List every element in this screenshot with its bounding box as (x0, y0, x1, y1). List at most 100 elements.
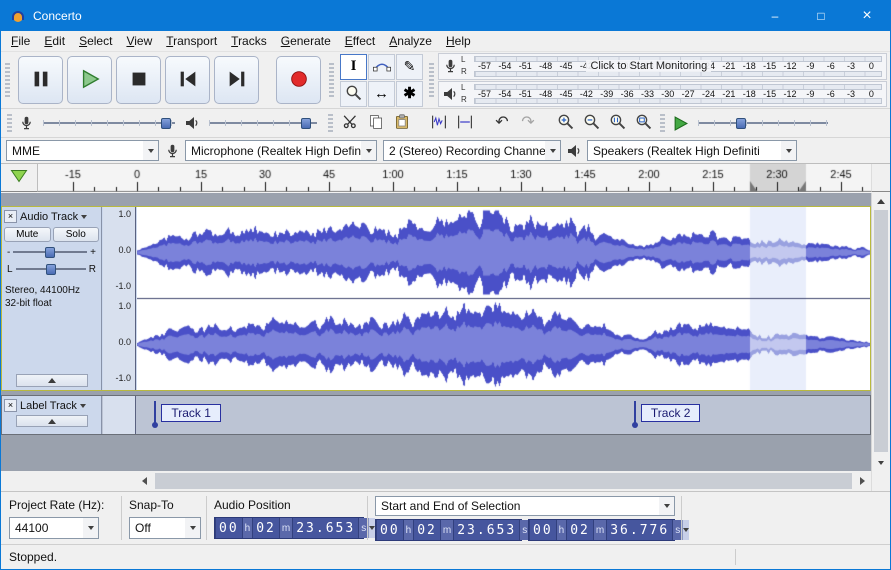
time-digits-s[interactable]: 23.653 (292, 518, 359, 538)
fit-selection-button[interactable] (605, 111, 629, 135)
slider-thumb[interactable] (160, 118, 171, 129)
selection-mode-select[interactable]: Start and End of Selection (375, 496, 675, 516)
snap-to-select[interactable]: Off (129, 517, 201, 539)
time-digits-s[interactable]: 36.776 (606, 520, 673, 540)
timeshift-tool-button[interactable]: ↔ (368, 80, 395, 107)
play-button[interactable] (67, 56, 112, 104)
silence-selection-button[interactable] (453, 111, 477, 135)
audio-track-title[interactable]: Audio Track (20, 211, 78, 223)
tools-toolbar-grip[interactable] (329, 63, 334, 97)
waveform-display[interactable] (137, 207, 870, 390)
menu-analyze[interactable]: Analyze (382, 32, 439, 50)
cut-button[interactable] (338, 111, 362, 135)
menu-file[interactable]: File (4, 32, 37, 50)
time-digits-s[interactable]: 23.653 (453, 520, 520, 540)
meter-toolbar-grip[interactable] (429, 63, 434, 97)
redo-button[interactable]: ↷ (516, 111, 540, 135)
audio-position-time[interactable]: 00 h 02 m 23.653 s (214, 517, 376, 539)
horizontal-scrollbar[interactable] (153, 471, 854, 491)
gain-slider-thumb[interactable] (45, 247, 56, 258)
stop-button[interactable] (116, 56, 161, 104)
play-speed-slider[interactable] (698, 115, 828, 131)
zoom-out-button[interactable] (579, 111, 603, 135)
label-track-title[interactable]: Label Track (20, 400, 77, 412)
menu-help[interactable]: Help (439, 32, 478, 50)
project-rate-select[interactable]: 44100 (9, 517, 99, 539)
track-menu-arrow-icon[interactable] (81, 214, 88, 219)
zoom-tool-button[interactable] (340, 80, 367, 107)
time-digits-h[interactable]: 00 (529, 520, 556, 540)
vertical-scrollbar[interactable] (871, 193, 890, 471)
selection-start-time[interactable]: 00 h 02 m 23.653 s (375, 519, 537, 541)
pan-slider[interactable] (15, 263, 86, 275)
timeline-ruler[interactable] (38, 164, 871, 192)
maximize-button[interactable]: □ (798, 1, 844, 31)
vertical-scale-ruler[interactable]: 1.0 0.0 -1.0 1.0 0.0 -1.0 (103, 207, 136, 390)
playback-volume-slider[interactable] (209, 115, 317, 131)
scroll-right-arrow[interactable] (854, 471, 871, 491)
horizontal-scrollbar-thumb[interactable] (155, 473, 852, 489)
label-track-close-button[interactable]: × (4, 399, 17, 412)
skip-to-end-button[interactable] (214, 56, 259, 104)
menu-tracks[interactable]: Tracks (224, 32, 274, 50)
audio-track-collapse-button[interactable] (16, 374, 88, 387)
playback-meter[interactable]: L R -57 -54 -51 -48 -45 -42 -39 -36 -33 -30 -27 -24 -2… (438, 80, 887, 107)
playback-device-select[interactable]: Speakers (Realtek High Definiti (587, 140, 797, 161)
label-text-box[interactable]: Track 1 (161, 404, 221, 422)
label-track-collapse-button[interactable] (16, 415, 88, 427)
scroll-down-arrow[interactable] (872, 454, 890, 471)
solo-button[interactable]: Solo (52, 227, 99, 242)
time-dropdown-arrow-icon[interactable] (682, 520, 690, 540)
scroll-up-arrow[interactable] (872, 193, 890, 210)
mixer-toolbar-grip[interactable] (7, 114, 12, 132)
label-marker[interactable] (631, 401, 638, 428)
label-marker[interactable] (152, 401, 159, 428)
menu-view[interactable]: View (119, 32, 159, 50)
menu-edit[interactable]: Edit (37, 32, 72, 50)
menu-generate[interactable]: Generate (274, 32, 338, 50)
mute-button[interactable]: Mute (4, 227, 51, 242)
draw-tool-button[interactable]: ✎ (396, 53, 423, 80)
recording-volume-slider[interactable] (43, 115, 175, 131)
time-digits-h[interactable]: 00 (376, 520, 403, 540)
time-digits-h[interactable]: 00 (215, 518, 242, 538)
scroll-left-arrow[interactable] (136, 471, 153, 491)
slider-thumb[interactable] (301, 118, 312, 129)
close-button[interactable]: × (844, 1, 890, 31)
time-digits-m[interactable]: 02 (252, 518, 279, 538)
time-digits-m[interactable]: 02 (566, 520, 593, 540)
selection-end-time[interactable]: 00 h 02 m 36.776 s (528, 519, 690, 541)
audio-host-select[interactable]: MME (6, 140, 159, 161)
minimize-button[interactable]: – (752, 1, 798, 31)
recording-device-select[interactable]: Microphone (Realtek High Defini (185, 140, 377, 161)
record-button[interactable] (276, 56, 321, 104)
play-at-speed-toolbar-grip[interactable] (660, 114, 665, 132)
recording-channels-select[interactable]: 2 (Stereo) Recording Channels (383, 140, 561, 161)
transport-toolbar-grip[interactable] (5, 63, 10, 97)
menu-select[interactable]: Select (72, 32, 119, 50)
multi-tool-tool-button[interactable]: ✱ (396, 80, 423, 107)
paste-button[interactable] (390, 111, 414, 135)
menu-effect[interactable]: Effect (338, 32, 382, 50)
skip-to-start-button[interactable] (165, 56, 210, 104)
fit-project-button[interactable] (631, 111, 655, 135)
gain-slider[interactable] (13, 246, 87, 258)
selection-tool-button[interactable]: I (340, 53, 367, 80)
zoom-in-button[interactable] (553, 111, 577, 135)
envelope-tool-button[interactable] (368, 53, 395, 80)
edit-toolbar-grip[interactable] (328, 114, 333, 132)
track-menu-arrow-icon[interactable] (79, 403, 86, 408)
timeline-options-button[interactable] (1, 164, 38, 192)
label-text-box[interactable]: Track 2 (640, 404, 701, 422)
vertical-scrollbar-thumb[interactable] (874, 210, 888, 452)
undo-button[interactable]: ↶ (490, 111, 514, 135)
recording-meter[interactable]: LR-57-54-51-48-45-42-39-36-33-30-27-24-2… (438, 53, 887, 80)
trim-outside-button[interactable] (427, 111, 451, 135)
menu-transport[interactable]: Transport (159, 32, 224, 50)
slider-thumb[interactable] (735, 118, 746, 129)
time-digits-m[interactable]: 02 (413, 520, 440, 540)
audio-track-close-button[interactable]: × (4, 210, 17, 223)
play-at-speed-icon[interactable] (669, 115, 691, 131)
pause-button[interactable] (18, 56, 63, 104)
monitoring-overlay-text[interactable]: Click to Start Monitoring (586, 60, 712, 73)
